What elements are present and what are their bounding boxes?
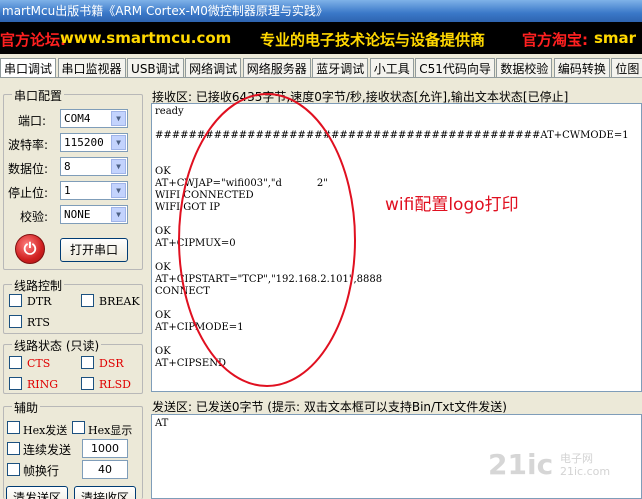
chevron-down-icon[interactable]: ▼	[111, 111, 126, 126]
line-status-title: 线路状态 (只读)	[12, 337, 102, 354]
shop-link[interactable]: smar	[594, 29, 636, 47]
clear-send-button[interactable]: 清发送区	[6, 486, 68, 499]
open-port-button[interactable]: 打开串口	[60, 238, 128, 262]
tab-bitmap[interactable]: 位图	[611, 58, 642, 77]
tab-c51-wizard[interactable]: C51代码向导	[415, 58, 495, 77]
hex-send-label: Hex发送	[23, 424, 68, 437]
forum-link[interactable]: www.smartmcu.com	[60, 29, 231, 47]
watermark-sub: 电子网 21ic.com	[560, 452, 610, 478]
shop-label: 官方淘宝:	[522, 31, 588, 49]
line-control-group: 线路控制	[3, 277, 143, 334]
auto-send-checkbox[interactable]	[7, 442, 20, 455]
auto-send-interval-input[interactable]: 1000	[82, 439, 128, 458]
watermark-logo: 21ic	[488, 448, 554, 481]
tab-bluetooth-debug[interactable]: 蓝牙调试	[312, 58, 369, 77]
parity-select[interactable]: NONE ▼	[60, 205, 128, 224]
baud-select[interactable]: 115200 ▼	[60, 133, 128, 152]
rlsd-label: RLSD	[99, 378, 131, 391]
hex-send-checkbox[interactable]	[7, 421, 20, 434]
frame-wrap-checkbox[interactable]	[7, 463, 20, 476]
break-checkbox[interactable]	[81, 294, 94, 307]
send-status: 发送区: 已发送0字节 (提示: 双击文本框可以支持Bin/Txt文件发送)	[152, 400, 507, 414]
window-title: martMcu出版书籍《ARM Cortex-M0微控制器原理与实践》	[0, 0, 642, 22]
chevron-down-icon[interactable]: ▼	[111, 159, 126, 174]
forum-label: 官方论坛:	[0, 31, 66, 49]
databits-value: 8	[64, 160, 71, 173]
tab-usb-debug[interactable]: USB调试	[127, 58, 184, 77]
cts-label: CTS	[27, 357, 51, 370]
databits-label: 数据位:	[8, 162, 49, 176]
tab-checksum[interactable]: 数据校验	[496, 58, 553, 77]
port-value: COM4	[64, 112, 91, 125]
dsr-label: DSR	[99, 357, 124, 370]
baud-value: 115200	[64, 136, 104, 149]
tab-encoding[interactable]: 编码转换	[553, 58, 610, 77]
slogan: 专业的电子技术论坛与设备提供商	[260, 31, 486, 49]
dtr-checkbox[interactable]	[9, 294, 22, 307]
tab-bar: 串口调试 串口监视器 USB调试 网络调试 网络服务器 蓝牙调试 小工具 C51…	[0, 56, 642, 78]
hex-display-label: Hex显示	[88, 424, 133, 437]
break-label: BREAK	[99, 295, 140, 308]
stopbits-value: 1	[64, 184, 71, 197]
rlsd-checkbox	[81, 377, 94, 390]
databits-select[interactable]: 8 ▼	[60, 157, 128, 176]
rts-checkbox[interactable]	[9, 315, 22, 328]
annotation-text: wifi配置logo打印	[385, 195, 519, 215]
frame-wrap-label: 帧换行	[23, 464, 60, 478]
tab-tools[interactable]: 小工具	[369, 58, 414, 77]
dsr-checkbox	[81, 356, 94, 369]
port-label: 端口:	[18, 114, 47, 128]
port-select[interactable]: COM4 ▼	[60, 109, 128, 128]
parity-value: NONE	[64, 208, 91, 221]
watermark-sub2: 21ic.com	[560, 465, 611, 478]
rts-label: RTS	[27, 316, 50, 329]
chevron-down-icon[interactable]: ▼	[111, 207, 126, 222]
assist-title: 辅助	[12, 399, 41, 416]
ring-label: RING	[27, 378, 59, 391]
tab-network-server[interactable]: 网络服务器	[242, 58, 311, 77]
dtr-label: DTR	[27, 295, 52, 308]
auto-send-label: 连续发送	[23, 443, 72, 457]
stopbits-label: 停止位:	[8, 186, 49, 200]
serial-config-title: 串口配置	[12, 87, 65, 104]
tab-serial-debug[interactable]: 串口调试	[0, 58, 57, 77]
ad-banner: 官方论坛: www.smartmcu.com 专业的电子技术论坛与设备提供商 官…	[0, 22, 642, 54]
tab-serial-monitor[interactable]: 串口监视器	[57, 58, 126, 77]
watermark-sub1: 电子网	[560, 452, 593, 465]
stopbits-select[interactable]: 1 ▼	[60, 181, 128, 200]
power-icon[interactable]: ⏻	[15, 234, 45, 264]
parity-label: 校验:	[20, 210, 49, 224]
clear-recv-button[interactable]: 清接收区	[74, 486, 136, 499]
chevron-down-icon[interactable]: ▼	[111, 183, 126, 198]
ring-checkbox	[9, 377, 22, 390]
hex-display-checkbox[interactable]	[72, 421, 85, 434]
baud-label: 波特率:	[8, 138, 49, 152]
chevron-down-icon[interactable]: ▼	[111, 135, 126, 150]
annotation-circle	[178, 93, 356, 387]
frame-wrap-input[interactable]: 40	[82, 460, 128, 479]
line-control-title: 线路控制	[12, 277, 65, 294]
cts-checkbox	[9, 356, 22, 369]
tab-network-debug[interactable]: 网络调试	[185, 58, 242, 77]
